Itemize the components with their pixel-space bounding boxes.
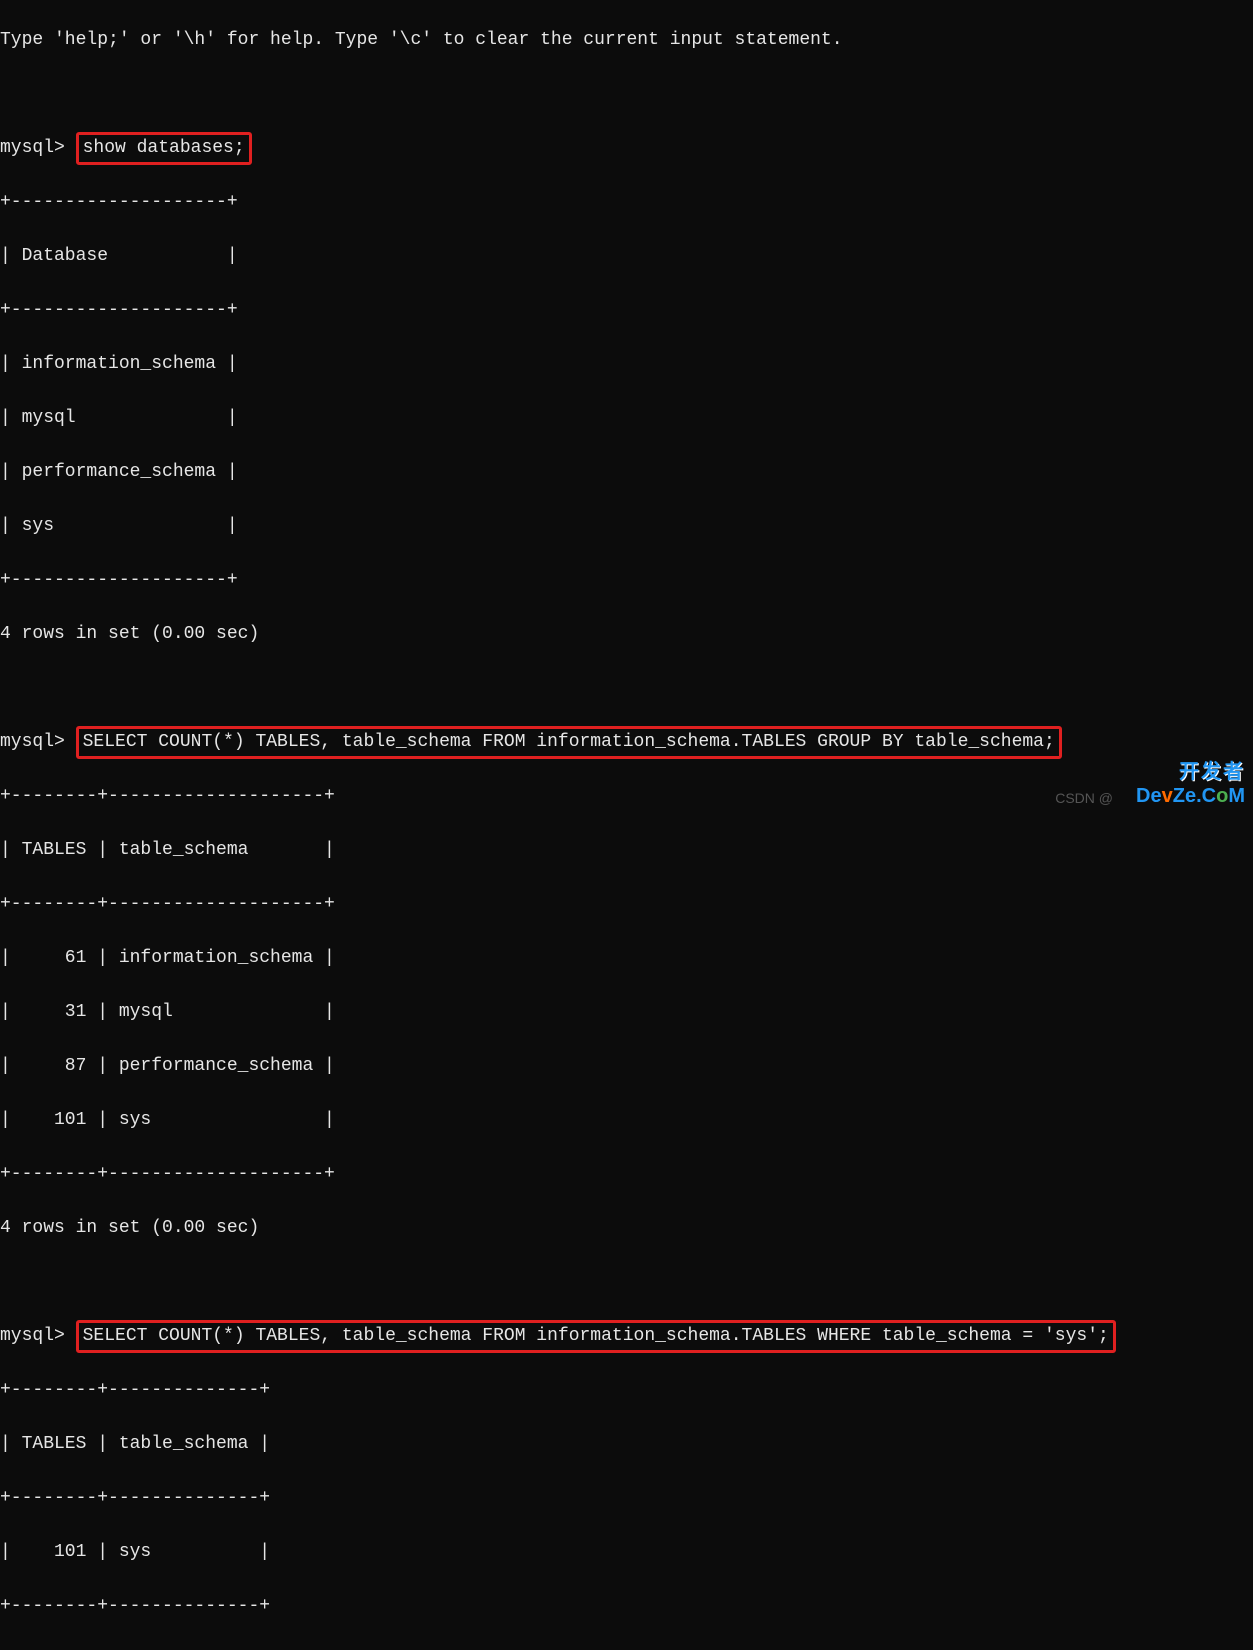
table3-row: | 101 | sys | — [0, 1539, 1253, 1566]
command-3: SELECT COUNT(*) TABLES, table_schema FRO… — [83, 1326, 1109, 1346]
blank-line — [0, 675, 1253, 702]
command-1: show databases; — [83, 138, 245, 158]
csdn-watermark: CSDN @ — [1055, 788, 1113, 809]
table1-border-bot: +--------------------+ — [0, 567, 1253, 594]
blank-line — [0, 1269, 1253, 1296]
prompt-line-2: mysql> SELECT COUNT(*) TABLES, table_sch… — [0, 729, 1253, 756]
table2-row: | 101 | sys | — [0, 1107, 1253, 1134]
table2-border-bot: +--------+--------------------+ — [0, 1161, 1253, 1188]
mysql-prompt: mysql> — [0, 1326, 65, 1346]
table2-header: | TABLES | table_schema | — [0, 837, 1253, 864]
table1-row: | mysql | — [0, 405, 1253, 432]
table3-border-mid: +--------+--------------+ — [0, 1485, 1253, 1512]
command-1-highlight: show databases; — [76, 132, 252, 165]
table1-row: | sys | — [0, 513, 1253, 540]
intro-text: Type 'help;' or '\h' for help. Type '\c'… — [0, 27, 1253, 54]
table3-footer: 1 row in set (0.00 sec) — [0, 1647, 1253, 1650]
table2-border-mid: +--------+--------------------+ — [0, 891, 1253, 918]
mysql-prompt: mysql> — [0, 138, 65, 158]
table1-footer: 4 rows in set (0.00 sec) — [0, 621, 1253, 648]
table1-header: | Database | — [0, 243, 1253, 270]
table3-border-top: +--------+--------------+ — [0, 1377, 1253, 1404]
table3-border-bot: +--------+--------------+ — [0, 1593, 1253, 1620]
table3-header: | TABLES | table_schema | — [0, 1431, 1253, 1458]
table1-row: | information_schema | — [0, 351, 1253, 378]
table1-border-mid: +--------------------+ — [0, 297, 1253, 324]
blank-line — [0, 81, 1253, 108]
command-2: SELECT COUNT(*) TABLES, table_schema FRO… — [83, 732, 1055, 752]
table2-row: | 61 | information_schema | — [0, 945, 1253, 972]
table2-footer: 4 rows in set (0.00 sec) — [0, 1215, 1253, 1242]
table1-border-top: +--------------------+ — [0, 189, 1253, 216]
command-2-highlight: SELECT COUNT(*) TABLES, table_schema FRO… — [76, 726, 1062, 759]
table1-row: | performance_schema | — [0, 459, 1253, 486]
command-3-highlight: SELECT COUNT(*) TABLES, table_schema FRO… — [76, 1320, 1116, 1353]
prompt-line-3: mysql> SELECT COUNT(*) TABLES, table_sch… — [0, 1323, 1253, 1350]
mysql-prompt: mysql> — [0, 732, 65, 752]
terminal-output[interactable]: Type 'help;' or '\h' for help. Type '\c'… — [0, 0, 1253, 1650]
table2-row: | 31 | mysql | — [0, 999, 1253, 1026]
prompt-line-1: mysql> show databases; — [0, 135, 1253, 162]
watermark-bottom: DevZe.CoM — [1136, 781, 1245, 811]
table2-row: | 87 | performance_schema | — [0, 1053, 1253, 1080]
